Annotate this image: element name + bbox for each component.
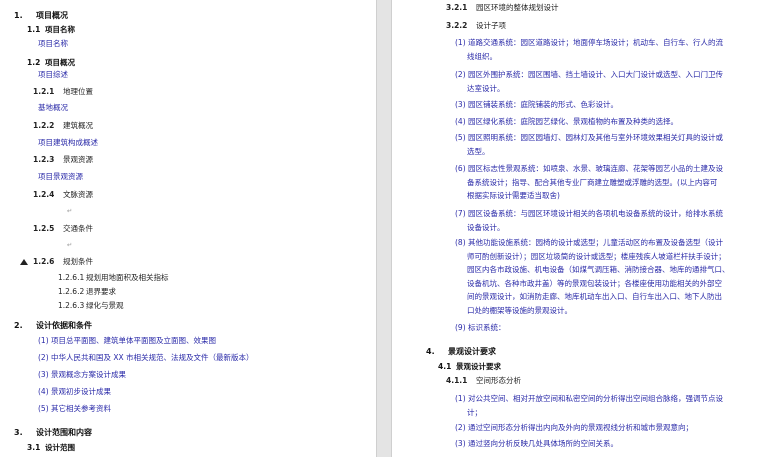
- heading-4-1-1: 4.1.1 空间形态分析: [446, 376, 521, 385]
- list-item: (1) 项目总平面图、建筑单体平面图及立面图、效果图: [38, 336, 217, 345]
- heading-4: 4. 景观设计要求: [426, 347, 496, 356]
- heading-2: 2. 设计依据和条件: [14, 321, 92, 330]
- heading-3-2-1: 3.2.1 园区环境的整体规划设计: [446, 3, 559, 12]
- paragraph-mark: ↵: [67, 207, 73, 215]
- heading-4-1: 4.1 景观设计要求: [438, 362, 501, 371]
- heading-3: 3. 设计范围和内容: [14, 428, 92, 437]
- list-line: 口处的棚架等设施的景观设计。: [467, 305, 572, 315]
- list-item: (5) 园区照明系统：园区园墙灯、园林灯及其他与室外环境效果相关灯具的设计或 选…: [455, 131, 723, 158]
- list-line: 间的景观设计，如消防走廊、地库机动车出入口、自行车出入口、地下人防出: [467, 292, 722, 301]
- list-item: (2) 中华人民共和国及 XX 市相关规范、法规及文件（最新版本）: [38, 353, 254, 362]
- list-line: (9) 标识系统：: [455, 323, 506, 332]
- heading-1-2-3: 1.2.3 景观资源: [33, 155, 93, 164]
- list-line: 设备设计。: [467, 222, 505, 232]
- paragraph-mark: ↵: [67, 241, 73, 249]
- heading-3-2-2: 3.2.2 设计子项: [446, 21, 506, 30]
- list-item: (2) 园区外围护系统：园区围墙、挡土墙设计、入口大门设计或选型、入口门卫传 达…: [455, 68, 723, 95]
- heading-1-2-6-1: 1.2.6.1 规划用地面积及相关指标: [58, 273, 169, 282]
- body-text: 项目建筑构成概述: [38, 138, 98, 147]
- list-item: (5) 其它相关参考资料: [38, 404, 112, 413]
- list-line: 园区内各市政设施、机电设备（如煤气调压箱、消防接合器、地库的通排气口、: [467, 265, 730, 274]
- list-item: (6) 园区标志性景观系统：如喷泉、水景、玻璃连廊、花架等园艺小品的土建及设 备…: [455, 162, 723, 203]
- list-item: (8) 其他功能设施系统：园椅的设计或选型；儿童活动区的布置及设备选型（设计 师…: [455, 236, 730, 317]
- body-text: 项目景观资源: [38, 172, 83, 181]
- list-item: (9) 标识系统：: [455, 321, 506, 335]
- list-line: 选型。: [467, 146, 490, 156]
- list-line: (4) 园区绿化系统：庭院园艺绿化、景观植物的布置及种类的选择。: [455, 117, 679, 126]
- list-line: 线组织。: [467, 51, 497, 61]
- list-line: 师可酌创新设计）；园区垃圾筒的设计或选型；楼座残疾人坡道栏杆扶手设计；: [467, 251, 726, 261]
- list-line: (1) 道路交通系统：园区道路设计；地面停车场设计；机动车、自行车、行人的流: [455, 38, 724, 47]
- list-line: (3) 园区铺装系统：庭院铺装的形式、色彩设计。: [455, 100, 619, 109]
- list-line: (2) 园区外围护系统：园区围墙、挡土墙设计、入口大门设计或选型、入口门卫传: [455, 70, 724, 79]
- list-item: (1) 对公共空间、相对开放空间和私密空间的分析得出空间组合脉络，强调节点设 计…: [455, 392, 723, 419]
- list-line: (1) 对公共空间、相对开放空间和私密空间的分析得出空间组合脉络，强调节点设: [455, 394, 724, 403]
- heading-1-2: 1.2 项目概况: [27, 58, 75, 67]
- heading-1-2-6-3: 1.2.6.3 绿化与景观: [58, 301, 124, 310]
- list-item: (2) 通过空间形态分析得出内向及外向的景观视线分析和城市景观意向；: [455, 421, 693, 435]
- list-line: (7) 园区设备系统：与园区环境设计相关的各项机电设备系统的设计，给排水系统: [455, 209, 724, 218]
- list-line: 根据实际设计需要适当取舍): [467, 191, 560, 200]
- list-line: 备系统设计；指导、配合其他专业厂商建立雕塑或浮雕的选型。(以上内容可: [467, 177, 718, 187]
- list-line: 设备机坑、各种市政井盖）等的景观包装设计；各楼座使用功能相关的外部空: [467, 278, 722, 288]
- collapse-triangle-icon[interactable]: [20, 259, 28, 265]
- list-line: (3) 通过竖向分析反映几处具体场所的空间关系。: [455, 439, 619, 448]
- heading-1: 1. 项目概况: [14, 11, 68, 20]
- list-item: (3) 景观概念方案设计成果: [38, 370, 127, 379]
- list-item: (7) 园区设备系统：与园区环境设计相关的各项机电设备系统的设计，给排水系统 设…: [455, 207, 723, 234]
- body-text: 项目名称: [38, 39, 68, 48]
- list-line: 计；: [467, 407, 482, 417]
- body-text: 基地概况: [38, 103, 68, 112]
- list-line: (5) 园区照明系统：园区园墙灯、园林灯及其他与室外环境效果相关灯具的设计或: [455, 133, 724, 142]
- page-gutter: [376, 0, 392, 457]
- list-line: (2) 通过空间形态分析得出内向及外向的景观视线分析和城市景观意向；: [455, 423, 694, 432]
- heading-1-2-4: 1.2.4 文脉资源: [33, 190, 93, 199]
- list-item: (3) 通过竖向分析反映几处具体场所的空间关系。: [455, 437, 618, 451]
- list-item: (4) 景观初步设计成果: [38, 387, 112, 396]
- list-line: 达室设计。: [467, 83, 505, 93]
- list-item: (1) 道路交通系统：园区道路设计；地面停车场设计；机动车、自行车、行人的流 线…: [455, 36, 723, 63]
- list-item: (4) 园区绿化系统：庭院园艺绿化、景观植物的布置及种类的选择。: [455, 115, 678, 129]
- body-text: 项目综述: [38, 70, 68, 79]
- heading-1-2-5: 1.2.5 交通条件: [33, 224, 93, 233]
- heading-1-2-1: 1.2.1 地理位置: [33, 87, 93, 96]
- heading-1-2-6: 1.2.6 规划条件: [33, 257, 93, 266]
- heading-1-2-2: 1.2.2 建筑概况: [33, 121, 93, 130]
- list-item: (3) 园区铺装系统：庭院铺装的形式、色彩设计。: [455, 98, 618, 112]
- list-line: (6) 园区标志性景观系统：如喷泉、水景、玻璃连廊、花架等园艺小品的土建及设: [455, 164, 724, 173]
- heading-3-1: 3.1 设计范围: [27, 443, 75, 452]
- list-line: (8) 其他功能设施系统：园椅的设计或选型；儿童活动区的布置及设备选型（设计: [455, 238, 724, 247]
- heading-1-1: 1.1 项目名称: [27, 25, 75, 34]
- heading-1-2-6-2: 1.2.6.2 退界要求: [58, 287, 116, 296]
